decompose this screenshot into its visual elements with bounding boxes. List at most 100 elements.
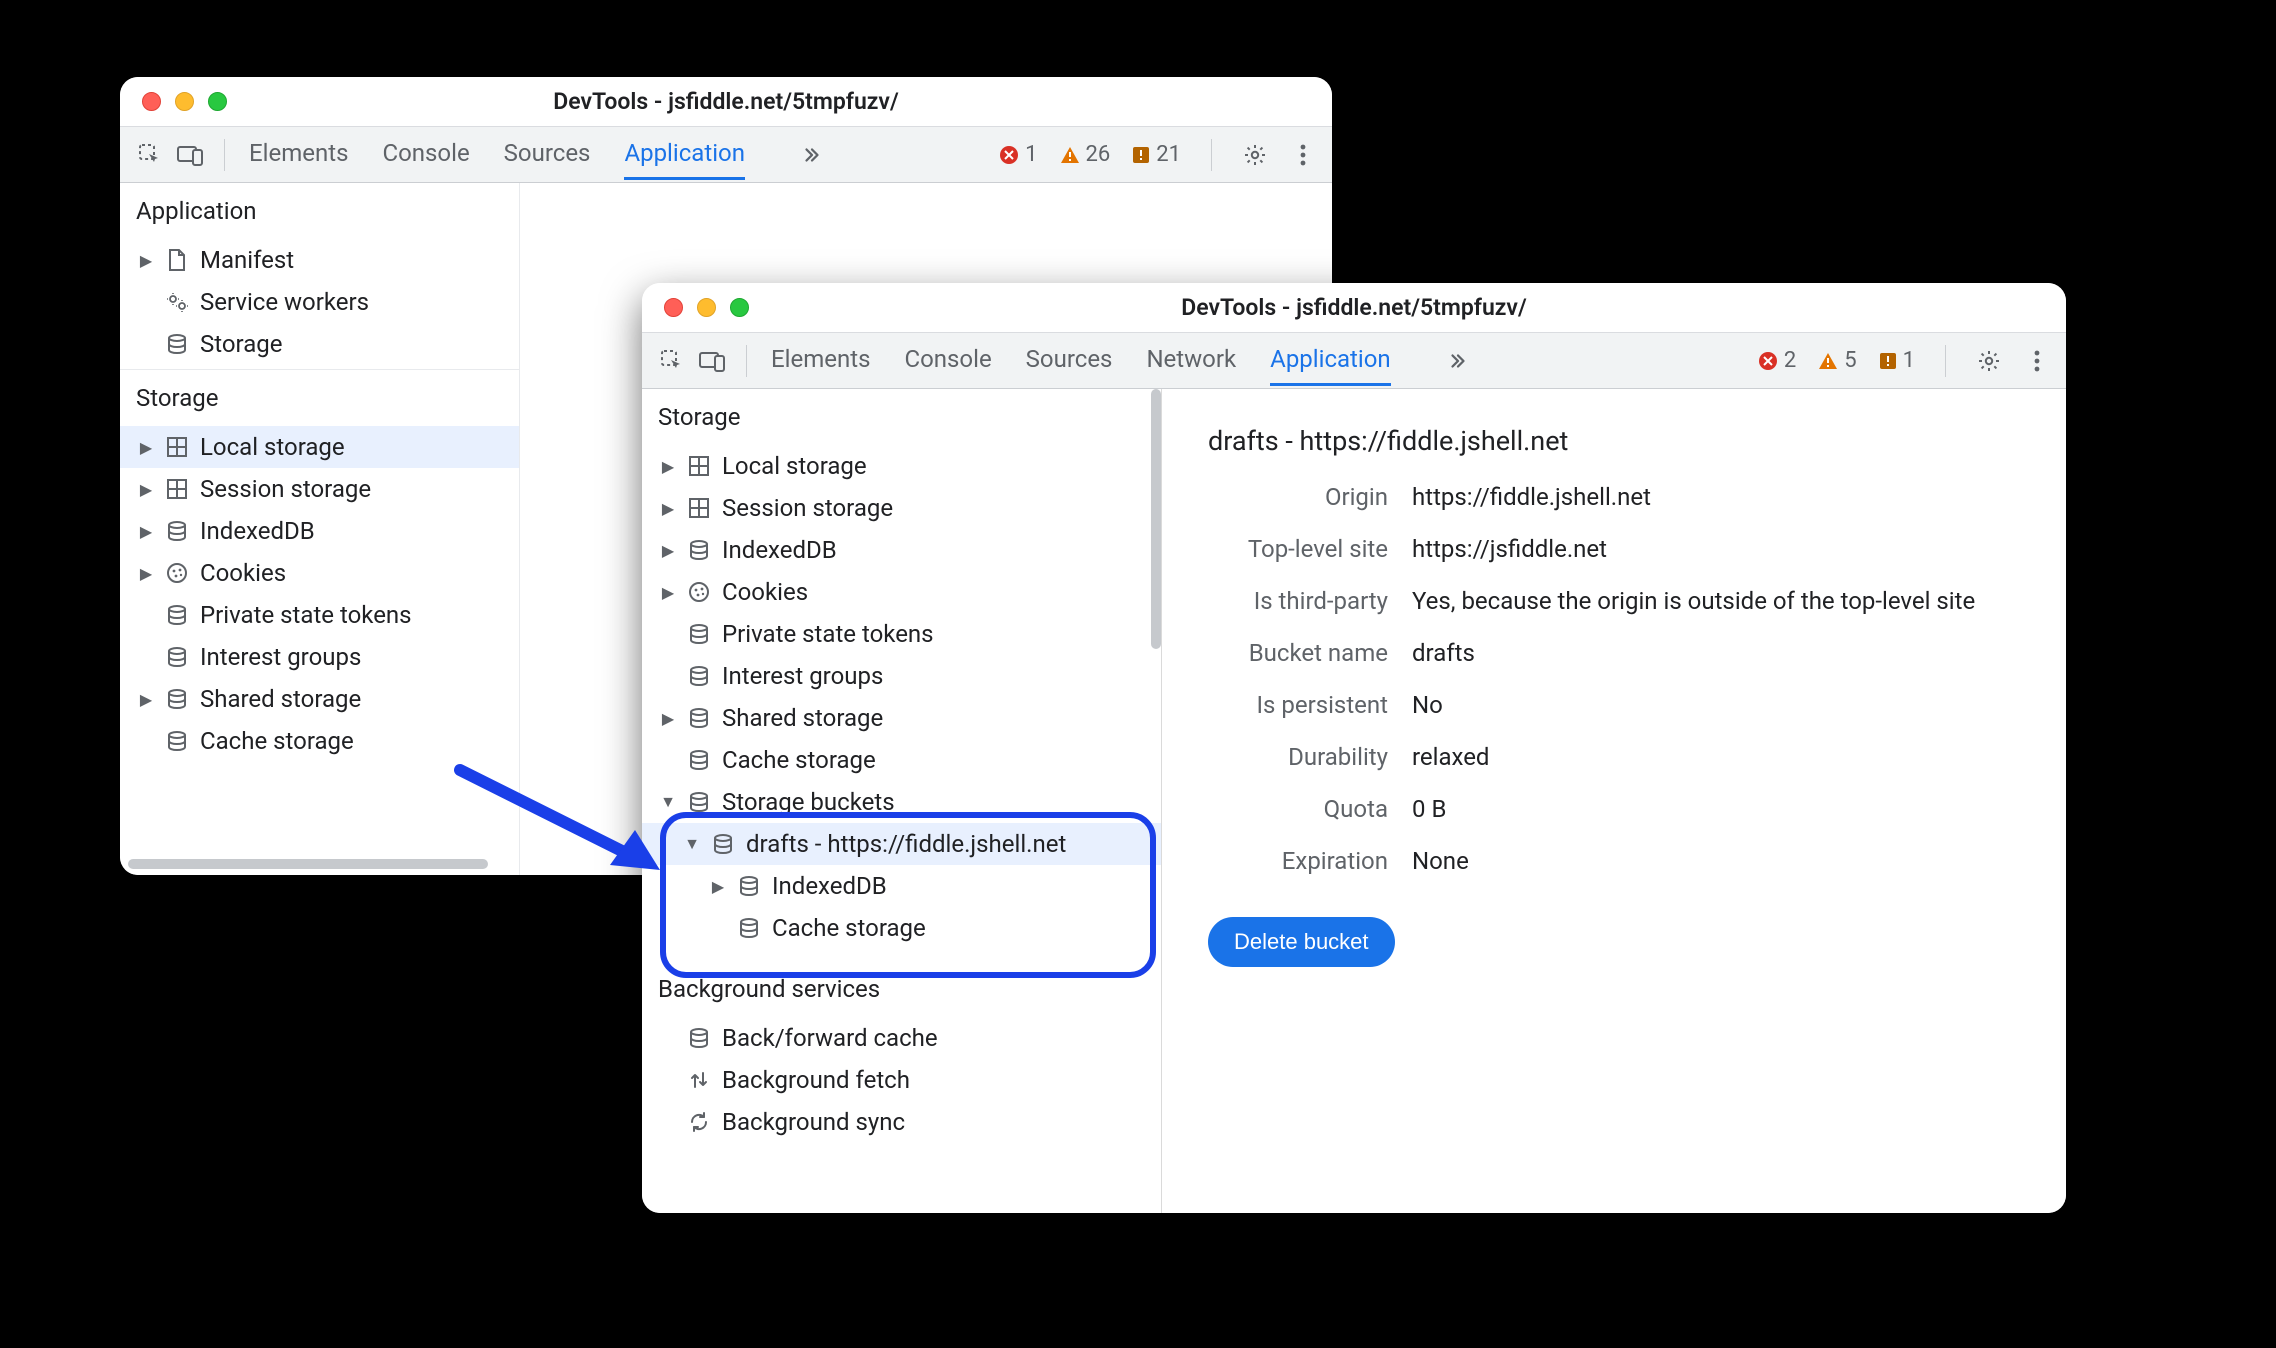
db-icon	[686, 1025, 712, 1051]
sidebar-item-local-storage[interactable]: ▶Local storage	[120, 426, 519, 468]
device-toolbar-icon[interactable]	[170, 135, 210, 175]
inspect-element-icon[interactable]	[130, 135, 170, 175]
device-toolbar-icon[interactable]	[692, 341, 732, 381]
sidebar-item-session-storage[interactable]: ▶ Session storage	[642, 487, 1161, 529]
sidebar-item-shared-storage[interactable]: ▶Shared storage	[642, 697, 1161, 739]
tab-elements[interactable]: Elements	[771, 335, 870, 386]
tab-console[interactable]: Console	[904, 335, 991, 386]
sidebar-item-background-sync[interactable]: Background sync	[642, 1101, 1161, 1143]
tab-network[interactable]: Network	[1146, 335, 1236, 386]
sidebar-item-manifest[interactable]: ▶ Manifest	[120, 239, 519, 281]
sidebar-item-shared-storage[interactable]: ▶Shared storage	[120, 678, 519, 720]
separator	[1945, 345, 1946, 377]
sidebar-item-storage[interactable]: Storage	[120, 323, 519, 365]
sidebar-item-interest-groups[interactable]: Interest groups	[642, 655, 1161, 697]
sidebar-item-label: Session storage	[722, 494, 893, 522]
tab-console[interactable]: Console	[382, 129, 469, 180]
tab-application[interactable]: Application	[624, 129, 745, 180]
vertical-scrollbar[interactable]	[1151, 389, 1161, 649]
sidebar-item-label: Storage buckets	[722, 788, 895, 816]
detail-key: Top-level site	[1208, 535, 1388, 563]
tab-elements[interactable]: Elements	[249, 129, 348, 180]
expand-arrow-icon: ▶	[660, 499, 676, 518]
settings-icon[interactable]	[1970, 342, 2008, 380]
expand-arrow-icon: ▶	[138, 564, 154, 583]
window-title: DevTools - jsfiddle.net/5tmpfuzv/	[120, 88, 1332, 115]
db-icon	[686, 789, 712, 815]
sidebar-item-cookies[interactable]: ▶ Cookies	[120, 552, 519, 594]
minimize-window-button[interactable]	[175, 92, 194, 111]
issue-count[interactable]: 1	[1873, 348, 1921, 373]
main-toolbar: Elements Console Sources Network Applica…	[642, 333, 2066, 389]
detail-row-expiration: ExpirationNone	[1208, 847, 2026, 875]
sidebar-item-indexeddb[interactable]: ▶IndexedDB	[642, 865, 1161, 907]
tab-sources[interactable]: Sources	[1026, 335, 1113, 386]
issue-count-value: 1	[1903, 348, 1915, 373]
db-icon	[686, 663, 712, 689]
sidebar-item-session-storage[interactable]: ▶Session storage	[120, 468, 519, 510]
tabs-overflow-icon[interactable]	[1447, 350, 1469, 372]
sidebar-item-label: Storage	[200, 330, 282, 358]
sidebar-item-indexeddb[interactable]: ▶IndexedDB	[642, 529, 1161, 571]
issue-count[interactable]: 21	[1126, 142, 1187, 167]
detail-row-is-third-party: Is third-partyYes, because the origin is…	[1208, 587, 2026, 615]
sidebar-item-label: Interest groups	[200, 643, 361, 671]
sidebar-item-label: Background fetch	[722, 1066, 910, 1094]
sidebar-item-background-fetch[interactable]: Background fetch	[642, 1059, 1161, 1101]
zoom-window-button[interactable]	[730, 298, 749, 317]
sidebar-item-interest-groups[interactable]: Interest groups	[120, 636, 519, 678]
gears-icon	[164, 289, 190, 315]
warning-count[interactable]: 5	[1812, 348, 1862, 373]
delete-bucket-button[interactable]: Delete bucket	[1208, 917, 1395, 967]
error-count[interactable]: 1	[993, 142, 1043, 167]
horizontal-scrollbar[interactable]	[128, 859, 488, 869]
sidebar-item-label: Service workers	[200, 288, 369, 316]
grid-icon	[164, 476, 190, 502]
sidebar-item-cache-storage[interactable]: Cache storage	[120, 720, 519, 762]
cookie-icon	[686, 579, 712, 605]
error-icon	[1758, 351, 1778, 371]
expand-arrow-icon: ▶	[138, 690, 154, 709]
inspect-element-icon[interactable]	[652, 341, 692, 381]
tab-sources[interactable]: Sources	[504, 129, 591, 180]
sidebar-item-storage-buckets[interactable]: ▼Storage buckets	[642, 781, 1161, 823]
grid-icon	[686, 495, 712, 521]
detail-heading: drafts - https://fiddle.jshell.net	[1208, 425, 2026, 457]
error-count[interactable]: 2	[1752, 348, 1802, 373]
zoom-window-button[interactable]	[208, 92, 227, 111]
minimize-window-button[interactable]	[697, 298, 716, 317]
tabs-overflow-icon[interactable]	[801, 144, 823, 166]
tab-application[interactable]: Application	[1270, 335, 1391, 386]
sidebar-item-cache-storage[interactable]: Cache storage	[642, 739, 1161, 781]
sidebar-item-private-state-tokens[interactable]: Private state tokens	[120, 594, 519, 636]
expand-arrow-icon: ▶	[138, 438, 154, 457]
db-icon	[164, 686, 190, 712]
sidebar-item-cookies[interactable]: ▶Cookies	[642, 571, 1161, 613]
settings-icon[interactable]	[1236, 136, 1274, 174]
sidebar-item-private-state-tokens[interactable]: Private state tokens	[642, 613, 1161, 655]
sidebar-item-service-workers[interactable]: Service workers	[120, 281, 519, 323]
traffic-lights	[120, 92, 227, 111]
sidebar-item-cache-storage[interactable]: Cache storage	[642, 907, 1161, 949]
sidebar-item-back-forward-cache[interactable]: Back/forward cache	[642, 1017, 1161, 1059]
more-options-icon[interactable]	[2018, 342, 2056, 380]
sidebar-item-label: Shared storage	[722, 704, 883, 732]
warning-count[interactable]: 26	[1054, 142, 1117, 167]
more-options-icon[interactable]	[1284, 136, 1322, 174]
sidebar-item-local-storage[interactable]: ▶Local storage	[642, 445, 1161, 487]
detail-key: Durability	[1208, 743, 1388, 771]
db-icon	[164, 331, 190, 357]
close-window-button[interactable]	[142, 92, 161, 111]
sidebar-item-drafts-https-fiddle-jshell-net[interactable]: ▼drafts - https://fiddle.jshell.net	[642, 823, 1161, 865]
file-icon	[164, 247, 190, 273]
panel-tabs: Elements Console Sources Network Applica…	[771, 335, 1469, 386]
detail-key: Expiration	[1208, 847, 1388, 875]
detail-key: Bucket name	[1208, 639, 1388, 667]
sidebar-item-label: Cookies	[200, 559, 286, 587]
sidebar-item-label: Local storage	[722, 452, 867, 480]
close-window-button[interactable]	[664, 298, 683, 317]
sidebar-item-indexeddb[interactable]: ▶IndexedDB	[120, 510, 519, 552]
application-sidebar: Application ▶ Manifest Service workers S…	[120, 183, 520, 875]
sidebar-item-label: Private state tokens	[722, 620, 934, 648]
detail-row-origin: Originhttps://fiddle.jshell.net	[1208, 483, 2026, 511]
